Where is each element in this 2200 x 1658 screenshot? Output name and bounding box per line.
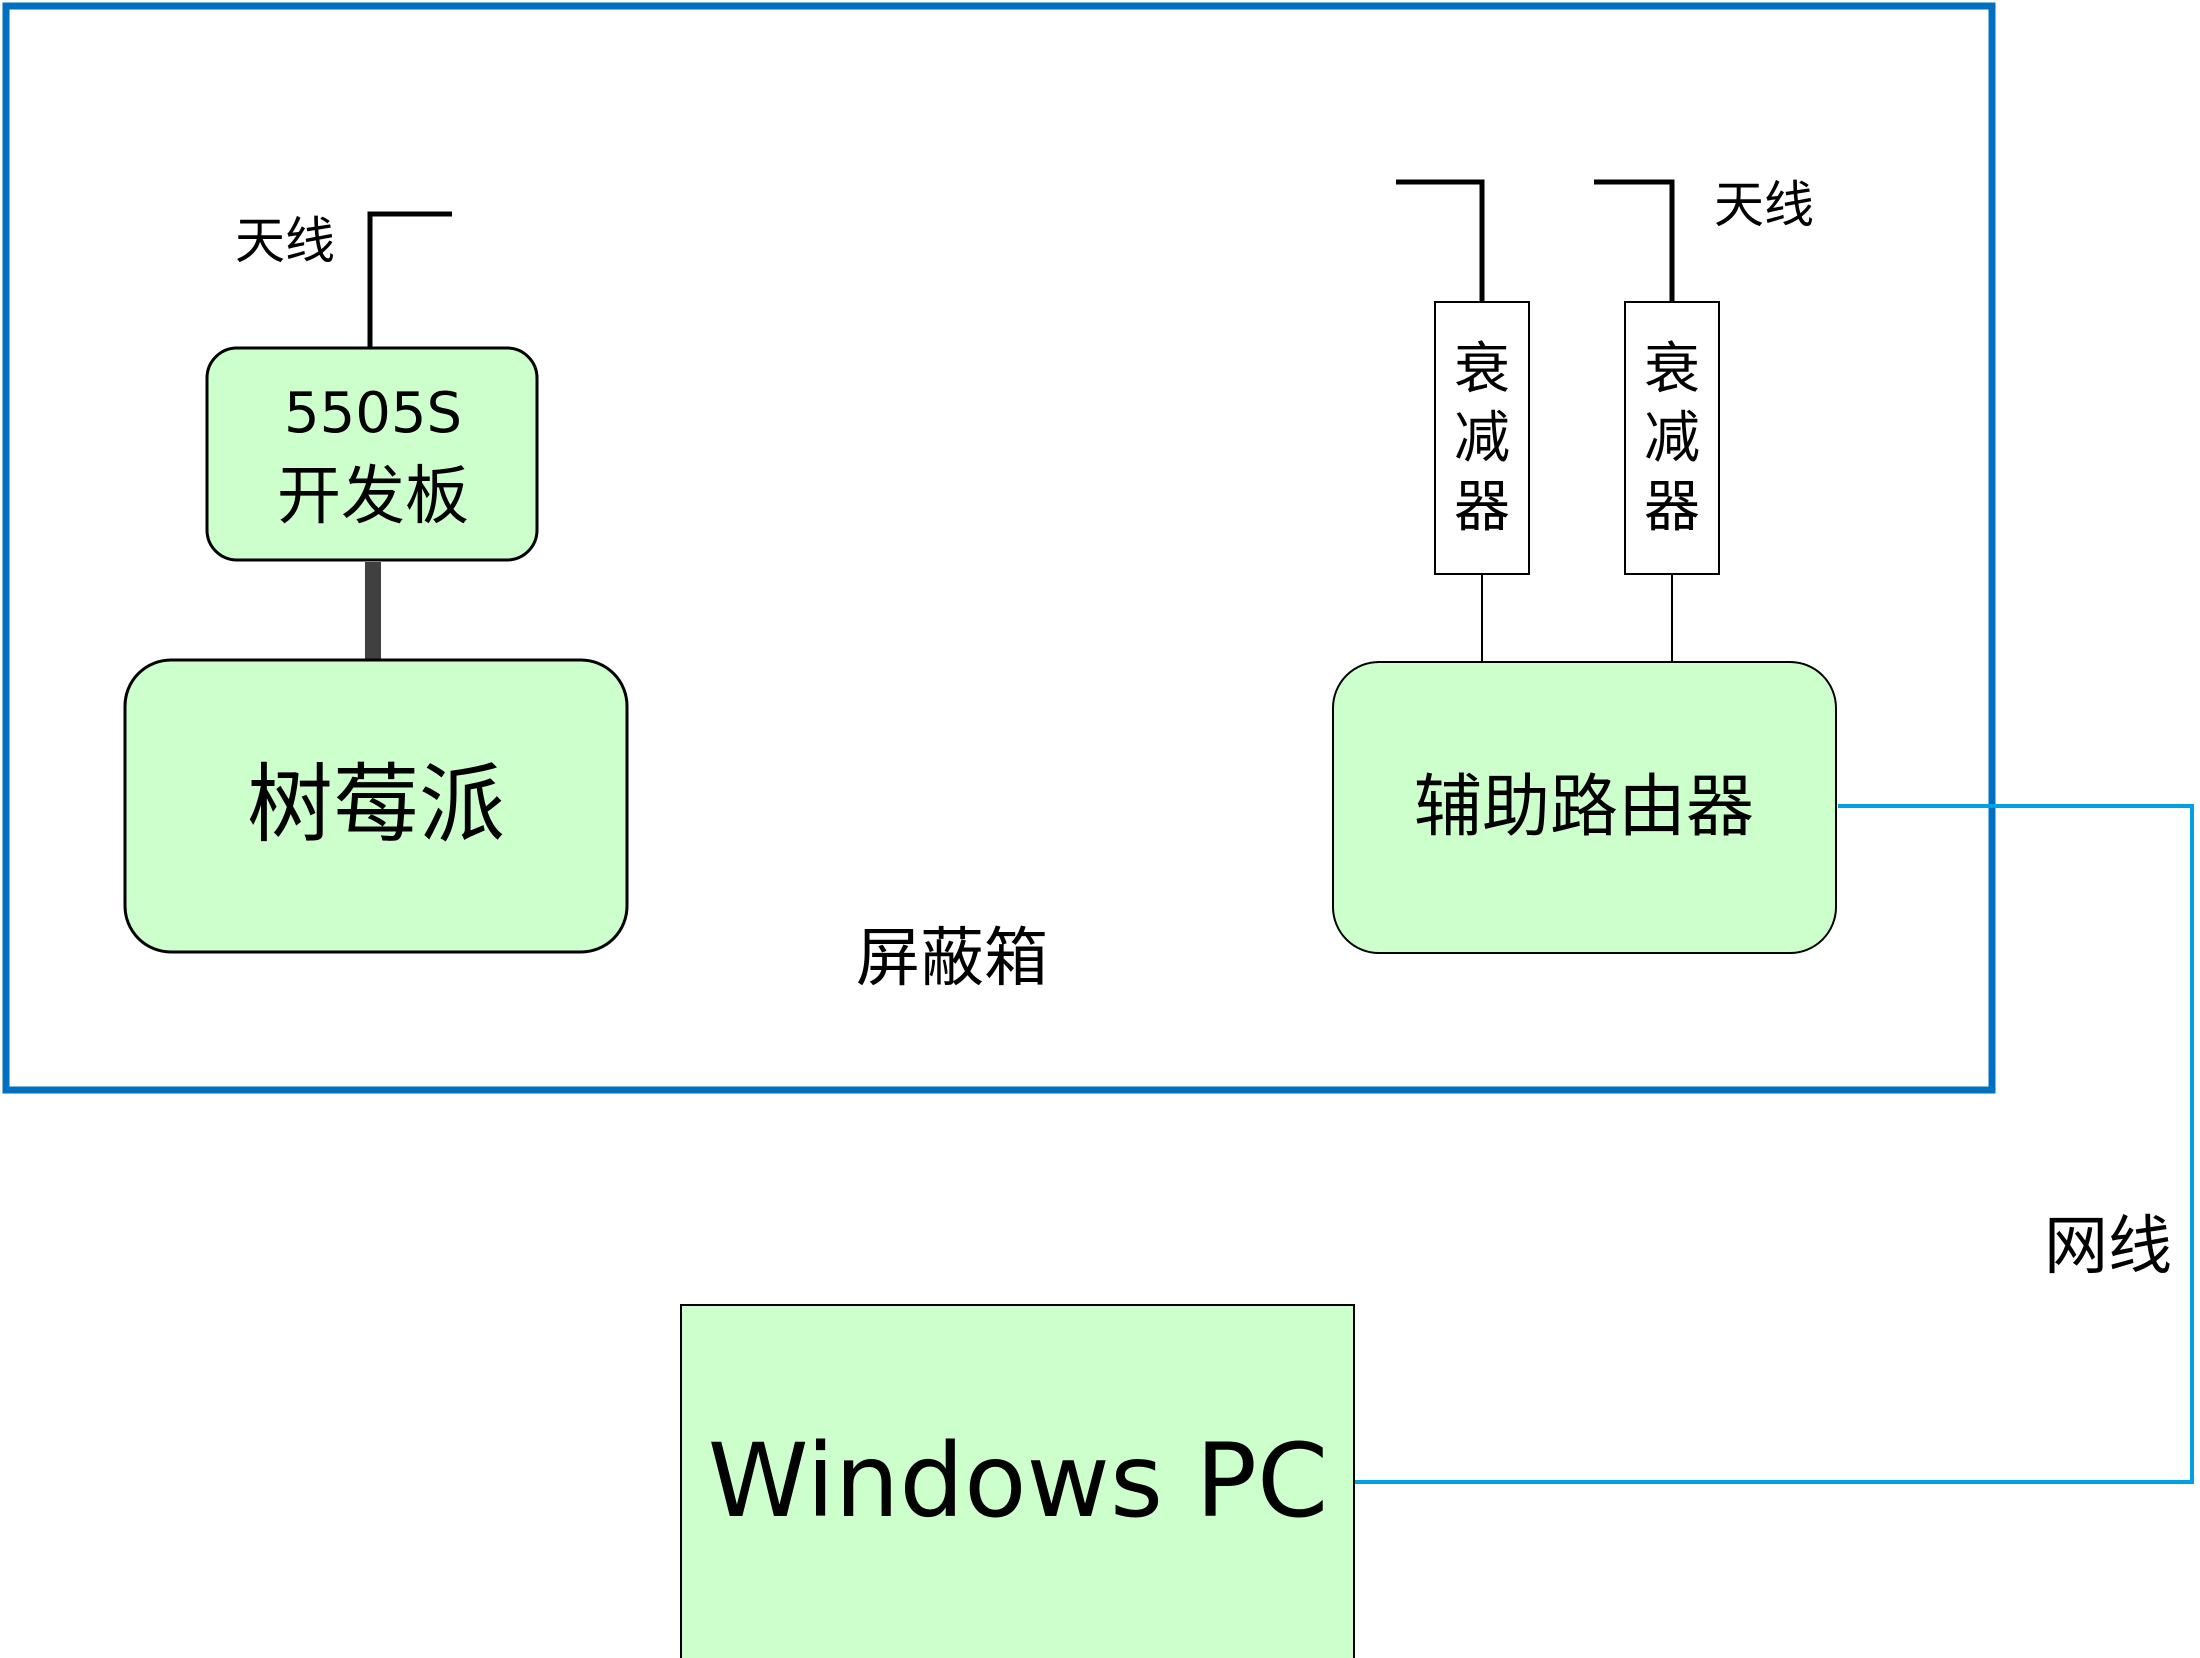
dev-board-model: 5505S [284,381,462,446]
router-label: 辅助路由器 [1414,768,1754,847]
network-cable-label: 网线 [2044,1210,2172,1284]
attenuator-1-char-3: 器 [1454,475,1510,540]
shield-box-label: 屏蔽箱 [856,922,1048,996]
right-antenna-2 [1594,179,1675,302]
attenuator-2-char-2: 减 [1644,406,1700,471]
left-antenna [367,211,452,348]
attenuator-1-char-2: 减 [1454,406,1510,471]
right-antenna-label: 天线 [1714,176,1814,234]
attenuator-2-char-1: 衰 [1644,337,1700,402]
raspberry-pi-label: 树莓派 [247,755,505,855]
attenuator-2-char-3: 器 [1644,475,1700,540]
network-test-diagram: 屏蔽箱 天线 5505S 开发板 树莓派 天线 衰 减 器 衰 减 器 辅助路由… [2,2,2194,1658]
left-antenna-label: 天线 [235,212,335,270]
windows-pc-label: Windows PC [708,1422,1328,1541]
right-antenna-1 [1396,179,1485,302]
attenuator-1-char-1: 衰 [1454,337,1510,402]
dev-board-name: 开发板 [277,460,469,534]
